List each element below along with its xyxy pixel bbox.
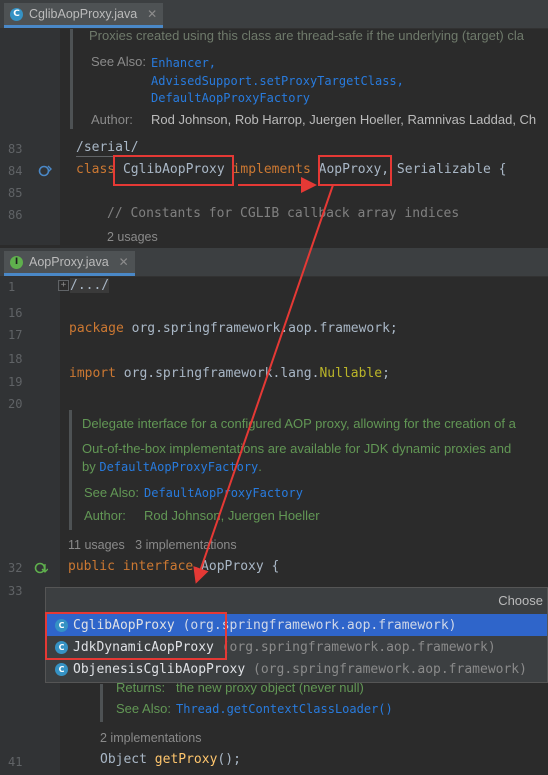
annotation-arrows [193,177,334,584]
arrow-down [193,184,334,584]
